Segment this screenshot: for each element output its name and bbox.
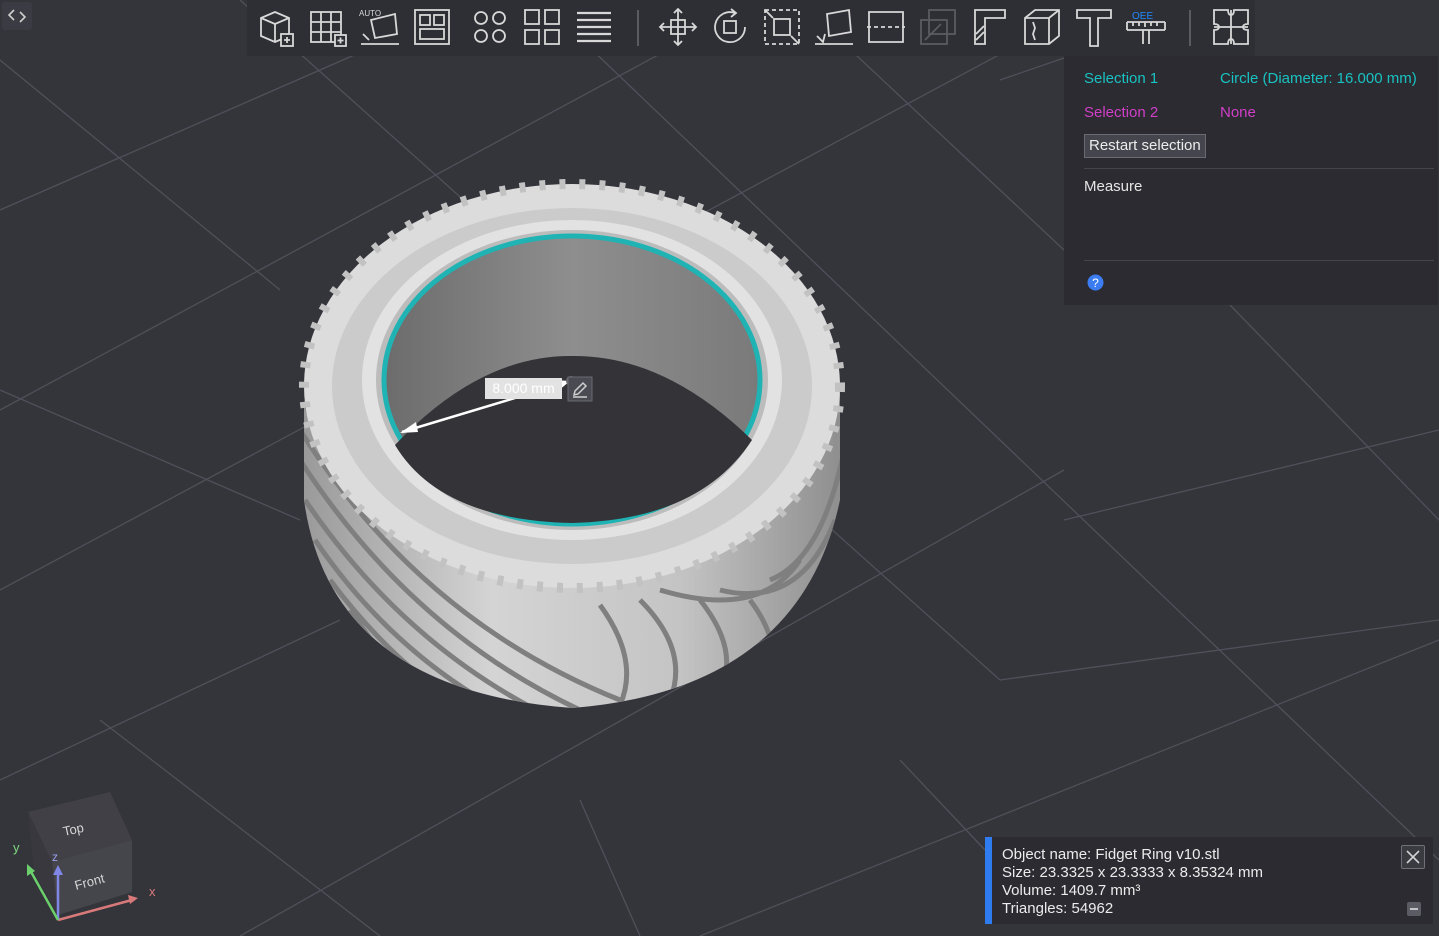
- grid-add-button[interactable]: [305, 4, 351, 50]
- auto-orient-button[interactable]: AUTO: [357, 4, 403, 50]
- arrange-icon: [414, 9, 450, 45]
- seam-paint-button[interactable]: [967, 4, 1013, 50]
- grid-add-icon: [310, 11, 347, 47]
- fuzzy-skin-button[interactable]: [1019, 4, 1065, 50]
- split-objects-button[interactable]: [467, 4, 513, 50]
- assembly-icon: [1213, 9, 1249, 45]
- measure-tool-label: OEE: [1132, 11, 1153, 22]
- selection2-value: None: [1220, 104, 1256, 121]
- selection2-label: Selection 2: [1084, 104, 1159, 121]
- info-card-accent: [985, 837, 992, 924]
- support-paint-button[interactable]: [915, 4, 961, 50]
- measure-icon: OEE: [1126, 11, 1166, 44]
- add-object-icon: [260, 11, 294, 47]
- question-icon[interactable]: ?: [1087, 274, 1104, 291]
- rotate-icon: [714, 8, 746, 43]
- layers-button[interactable]: [571, 4, 617, 50]
- close-info-button[interactable]: [1401, 845, 1425, 869]
- object-triangles: Triangles: 54962: [1002, 900, 1114, 917]
- z-axis-label: z: [52, 850, 58, 864]
- object-volume: Volume: 1409.7 mm³: [1002, 882, 1141, 899]
- fuzzy-skin-icon: [1024, 9, 1060, 45]
- place-on-face-button[interactable]: [811, 4, 857, 50]
- edit-dimension-icon[interactable]: [567, 376, 593, 402]
- x-axis-label: x: [149, 884, 156, 899]
- split-objects-icon: [474, 11, 506, 43]
- top-toolbar: AUTO OEE: [247, 0, 1255, 56]
- collapse-info-button[interactable]: [1407, 902, 1421, 916]
- dimension-label-text: 8.000 mm: [492, 380, 555, 396]
- ring-model: [299, 179, 845, 708]
- object-size: Size: 23.3325 x 23.3333 x 8.35324 mm: [1002, 864, 1264, 881]
- measure-panel: Selection 1 Circle (Diameter: 16.000 mm)…: [1064, 56, 1438, 305]
- toolbar-separator: [637, 10, 639, 46]
- panel-divider: [1084, 168, 1434, 169]
- object-name: Object name: Fidget Ring v10.stl: [1002, 846, 1220, 863]
- assembly-button[interactable]: [1208, 4, 1254, 50]
- cut-button[interactable]: [863, 4, 909, 50]
- split-parts-icon: [524, 9, 560, 45]
- add-object-button[interactable]: [253, 4, 299, 50]
- object-info-card: Object name: Fidget Ring v10.stl Size: 2…: [985, 837, 1433, 924]
- selection1-label: Selection 1: [1084, 70, 1159, 87]
- restart-selection-button[interactable]: Restart selection: [1084, 134, 1206, 158]
- x-axis-arrow: [128, 895, 138, 904]
- expand-sidebar-button[interactable]: [2, 2, 32, 30]
- panel-divider: [1084, 260, 1434, 261]
- arrange-button[interactable]: [409, 4, 455, 50]
- svg-text:?: ?: [1092, 276, 1099, 290]
- text-icon: [1076, 9, 1112, 47]
- toolbar-separator: [1189, 10, 1191, 46]
- auto-orient-icon: AUTO: [359, 9, 399, 45]
- svg-text:AUTO: AUTO: [359, 9, 381, 18]
- move-icon: [658, 7, 698, 47]
- dimension-label[interactable]: 8.000 mm: [485, 378, 562, 399]
- scale-button[interactable]: [759, 4, 805, 50]
- place-on-face-icon: [815, 8, 853, 45]
- navigation-cube[interactable]: Top Front x z y: [0, 780, 175, 936]
- scale-icon: [764, 9, 800, 45]
- measure-button[interactable]: OEE: [1123, 4, 1169, 50]
- measure-section-title: Measure: [1084, 178, 1143, 195]
- text-button[interactable]: [1071, 4, 1117, 50]
- layers-icon: [577, 11, 611, 43]
- split-parts-button[interactable]: [519, 4, 565, 50]
- support-paint-icon: [920, 9, 956, 45]
- minus-icon: [1410, 908, 1418, 910]
- cut-icon: [867, 11, 905, 43]
- chevron-left-right-icon: [7, 9, 27, 23]
- seam-paint-icon: [974, 9, 1006, 45]
- rotate-button[interactable]: [707, 4, 753, 50]
- selection1-value: Circle (Diameter: 16.000 mm): [1220, 70, 1417, 87]
- close-icon: [1406, 850, 1420, 864]
- move-button[interactable]: [655, 4, 701, 50]
- y-axis-label: y: [13, 840, 20, 855]
